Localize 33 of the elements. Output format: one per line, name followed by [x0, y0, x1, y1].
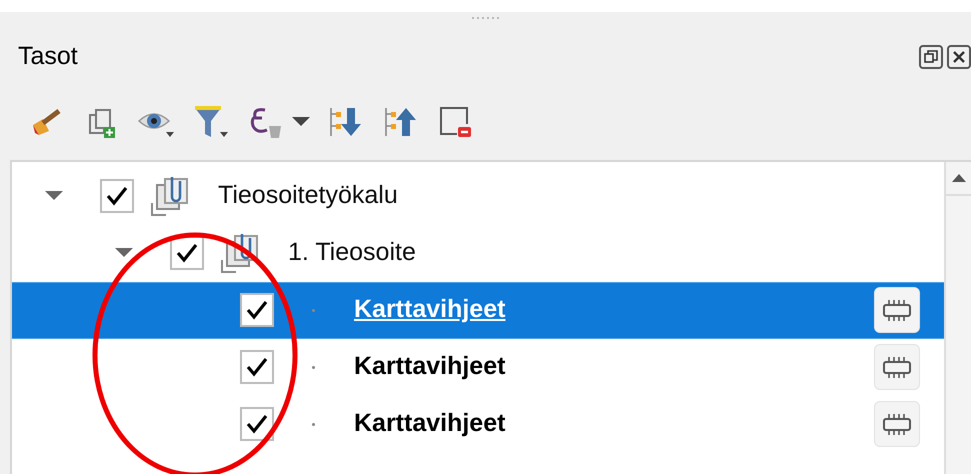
layer-name[interactable]: 1. Tieosoite: [288, 234, 416, 272]
restore-icon: [924, 50, 938, 64]
layer-checkbox[interactable]: [240, 407, 274, 441]
panel-title: Tasot: [18, 41, 78, 72]
layer-checkbox[interactable]: [170, 236, 204, 270]
layer-name[interactable]: Tieosoitetyökalu: [218, 177, 398, 215]
layer-checkbox[interactable]: [100, 179, 134, 213]
checkmark-icon: [246, 414, 268, 434]
checkmark-icon: [246, 357, 268, 377]
memory-layer-button[interactable]: [874, 344, 920, 390]
layer-name[interactable]: Karttavihjeet: [354, 348, 506, 386]
close-button[interactable]: [947, 44, 971, 69]
scrollbar[interactable]: [944, 162, 971, 474]
memory-layer-button[interactable]: [874, 287, 920, 333]
float-button[interactable]: [919, 44, 943, 69]
layer-name[interactable]: Karttavihjeet: [354, 405, 506, 443]
scroll-up-icon[interactable]: [952, 174, 966, 182]
chip-icon: [882, 412, 912, 436]
layer-checkbox[interactable]: [240, 293, 274, 327]
expand-arrow-icon[interactable]: [115, 248, 133, 258]
checkmark-icon: [106, 186, 128, 206]
layer-tree-row[interactable]: Karttavihjeet: [12, 282, 944, 338]
chip-icon: [882, 355, 912, 379]
chip-icon: [882, 298, 912, 322]
memory-layer-button[interactable]: [874, 401, 920, 447]
expand-arrow-icon[interactable]: [45, 191, 63, 201]
layer-checkbox[interactable]: [240, 350, 274, 384]
dropdown-caret-icon[interactable]: [292, 116, 310, 126]
checkmark-icon: [246, 300, 268, 320]
checkmark-icon: [176, 243, 198, 263]
drag-handle-icon[interactable]: [472, 16, 500, 20]
close-icon: [952, 50, 966, 64]
layer-name[interactable]: Karttavihjeet: [354, 291, 506, 329]
